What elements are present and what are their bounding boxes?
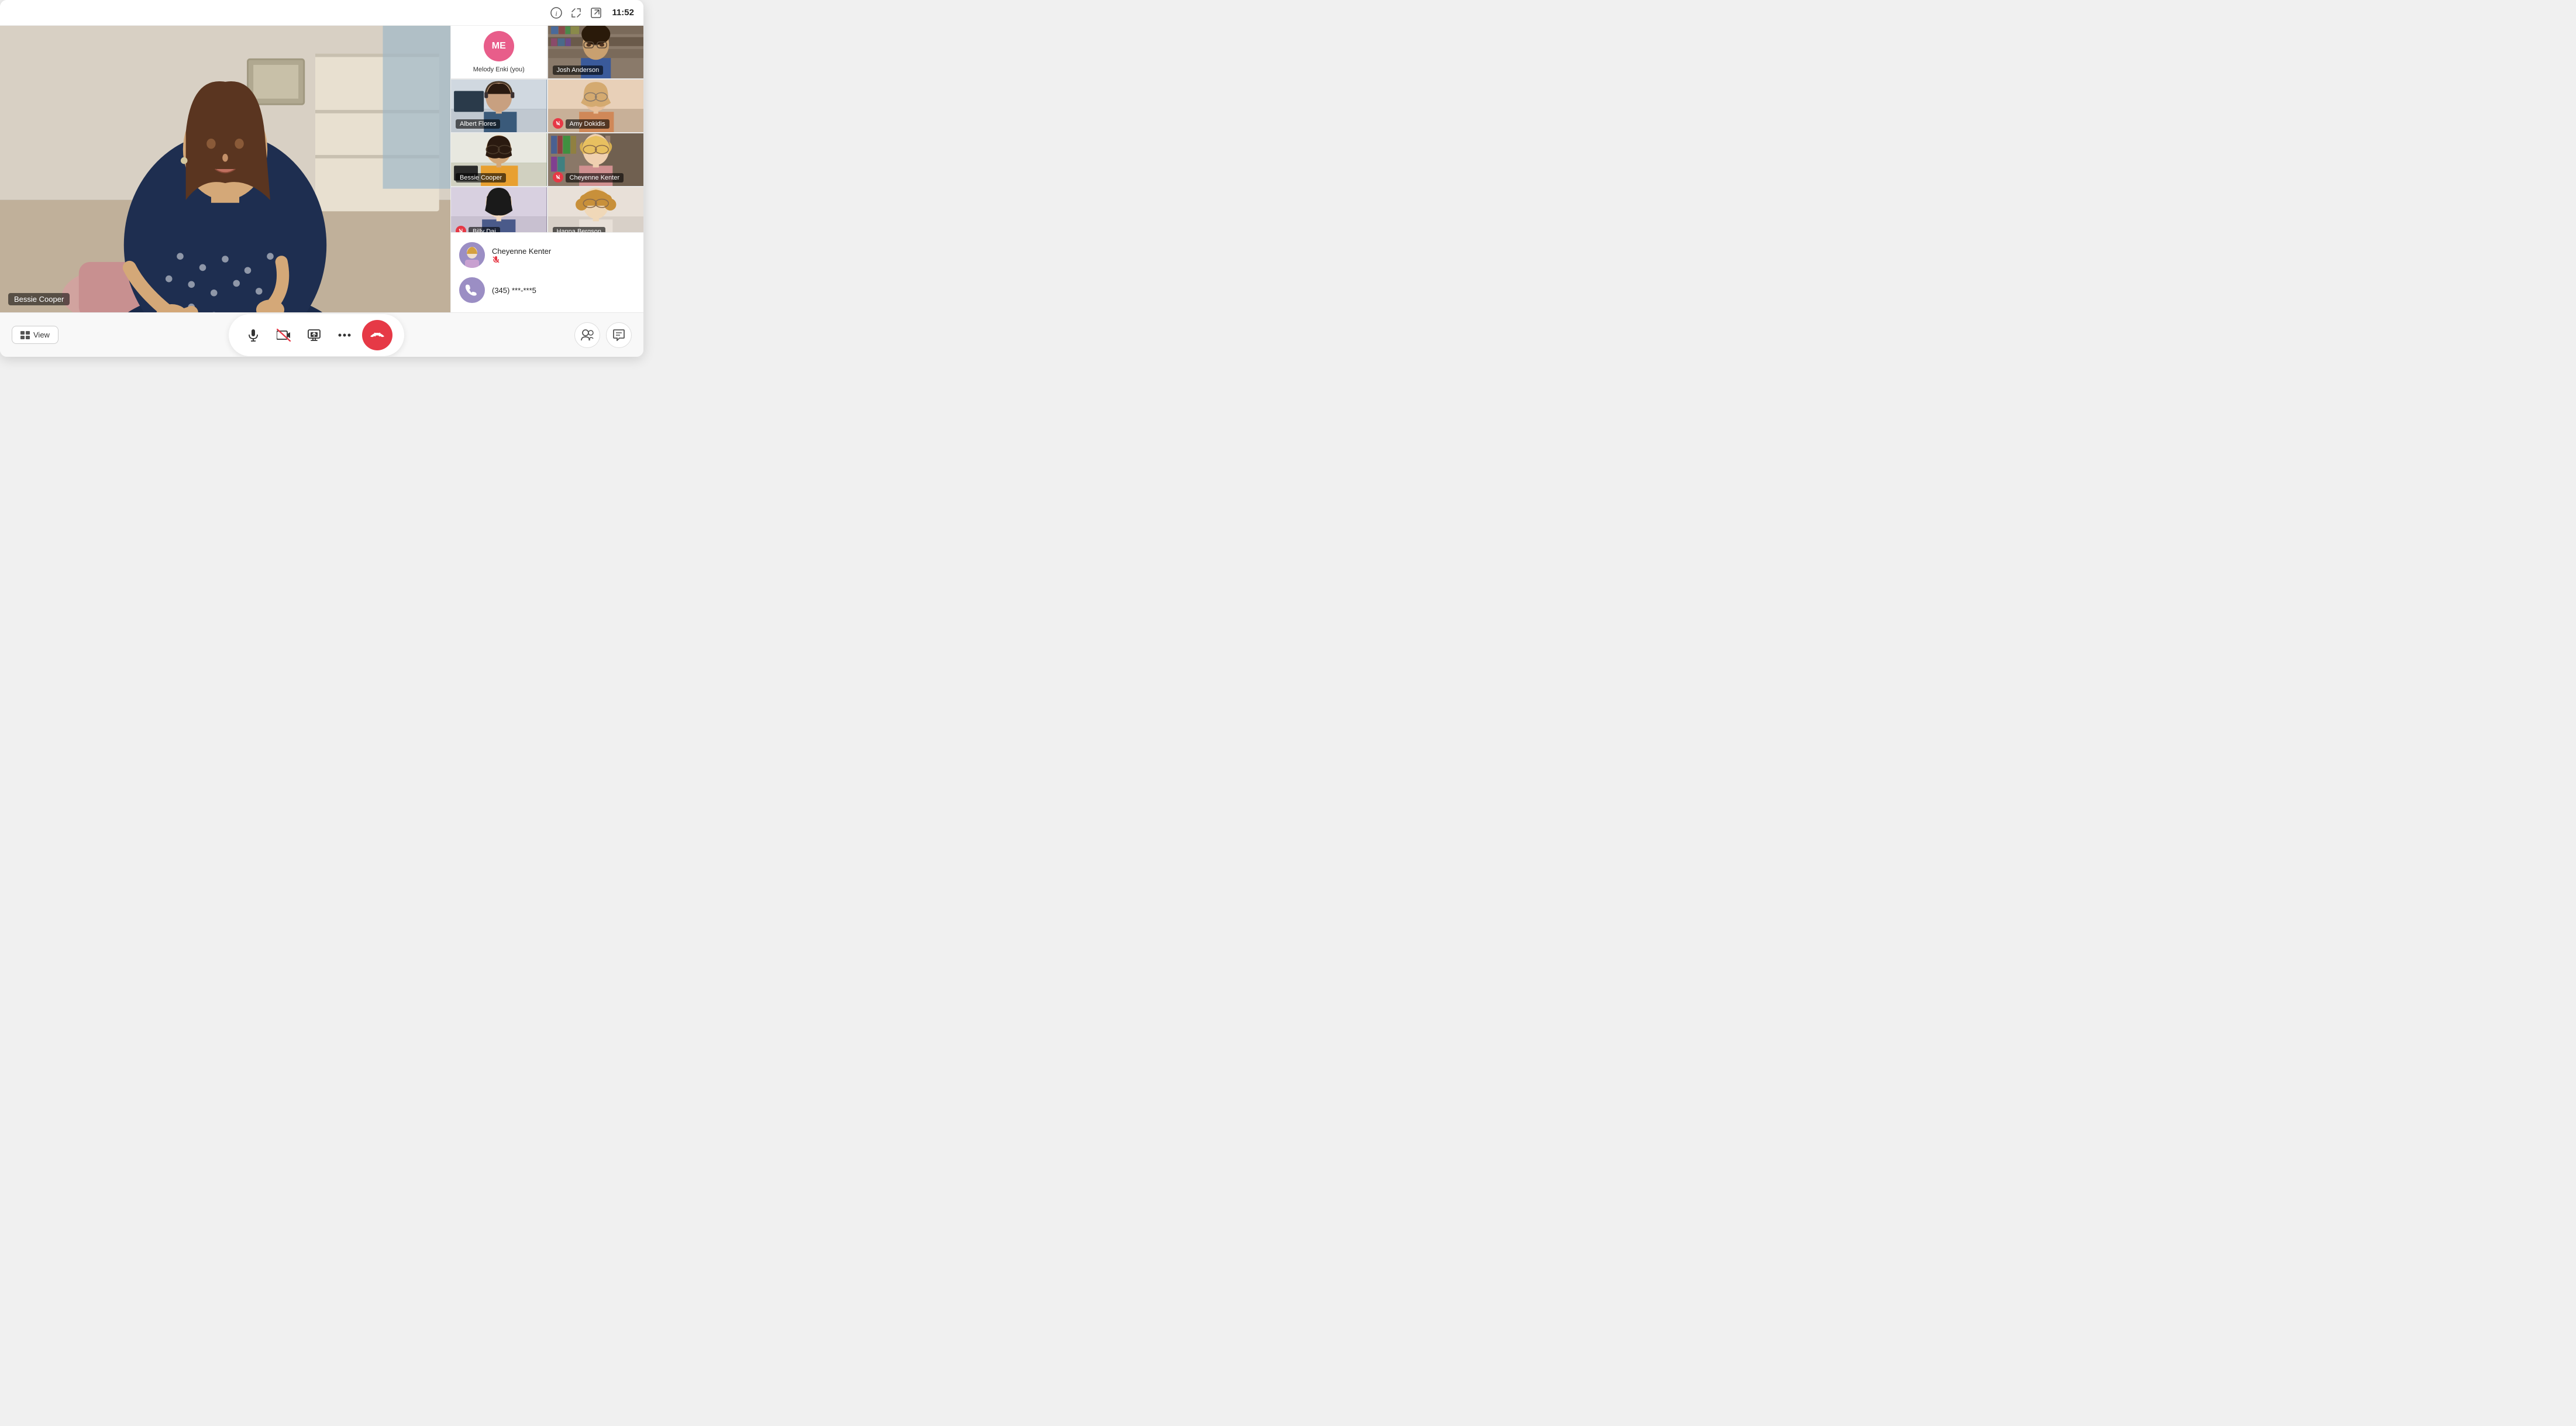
albert-name-label: Albert Flores (456, 119, 500, 129)
right-panel: ME Melody Enki (you) (450, 26, 643, 312)
participants-icon (581, 329, 594, 341)
view-button[interactable]: View (12, 326, 58, 344)
extra-participant-phone[interactable]: (345) ***-***5 (451, 273, 643, 308)
cheyenne-extra-info: Cheyenne Kenter (492, 247, 635, 264)
billy-name-label: Billy Dai (469, 227, 500, 232)
main-speaker-label: Bessie Cooper (8, 293, 70, 305)
phone-info: (345) ***-***5 (492, 286, 635, 295)
participant-tile-bessie[interactable]: Bessie Cooper (451, 133, 547, 186)
participant-tile-josh[interactable]: Josh Anderson (548, 26, 644, 78)
svg-text:i: i (556, 9, 557, 18)
camera-off-icon (277, 329, 291, 342)
camera-button[interactable] (271, 322, 297, 348)
top-bar: i 11:52 (0, 0, 643, 26)
view-grid-icon (20, 331, 30, 339)
extra-participant-cheyenne[interactable]: Cheyenne Kenter (451, 237, 643, 273)
self-name: Melody Enki (you) (473, 66, 525, 73)
share-screen-icon (308, 329, 321, 341)
josh-name-label: Josh Anderson (553, 66, 604, 75)
room-background (0, 26, 450, 312)
self-avatar: ME (484, 31, 514, 61)
control-bar: View (0, 312, 643, 357)
amy-name-label: Amy Dokidis (566, 119, 609, 129)
phone-icon (464, 283, 480, 298)
participant-tile-albert[interactable]: Albert Flores (451, 80, 547, 132)
hanna-name-label: Hanna Bergson (553, 227, 605, 232)
app-container: i 11:52 (0, 0, 643, 357)
extra-participants-section: Cheyenne Kenter (451, 232, 643, 312)
participants-grid: ME Melody Enki (you) (451, 26, 643, 232)
hanna-video (548, 187, 644, 232)
cheyenne-extra-avatar (459, 242, 485, 268)
main-area: Bessie Cooper ME Melody Enki (you) (0, 26, 643, 312)
info-icon[interactable]: i (550, 6, 563, 19)
cheyenne-extra-mute (492, 256, 500, 264)
view-label: View (33, 330, 50, 339)
minimize-icon[interactable] (570, 6, 583, 19)
participant-tile-cheyenne[interactable]: Cheyenne Kenter (548, 133, 644, 186)
billy-video (451, 187, 547, 232)
more-icon (338, 333, 351, 337)
share-button[interactable] (301, 322, 327, 348)
mic-icon (247, 329, 260, 342)
mic-button[interactable] (240, 322, 266, 348)
main-video: Bessie Cooper (0, 26, 450, 312)
bessie-name-label: Bessie Cooper (456, 173, 506, 182)
cheyenne-name-label: Cheyenne Kenter (566, 173, 624, 182)
participant-tile-hanna[interactable]: Hanna Bergson (548, 187, 644, 232)
cheyenne-avatar-img (459, 242, 485, 268)
chat-icon (612, 329, 625, 341)
participant-tile-amy[interactable]: Amy Dokidis (548, 80, 644, 132)
more-button[interactable] (332, 322, 357, 348)
amy-mute-icon (553, 118, 563, 129)
cheyenne-mute-icon (553, 172, 563, 182)
phone-avatar (459, 277, 485, 303)
billy-mute-icon (456, 226, 466, 232)
participant-tile-melody[interactable]: ME Melody Enki (you) (451, 26, 547, 78)
phone-number: (345) ***-***5 (492, 286, 635, 295)
cheyenne-extra-name: Cheyenne Kenter (492, 247, 635, 256)
chat-button[interactable] (606, 322, 632, 348)
end-call-icon (370, 329, 385, 341)
main-video-scene: Bessie Cooper (0, 26, 450, 312)
end-call-button[interactable] (362, 320, 392, 350)
clock-display: 11:52 (612, 8, 634, 18)
controls-right (574, 322, 632, 348)
participants-button[interactable] (574, 322, 600, 348)
participant-tile-billy[interactable]: Billy Dai (451, 187, 547, 232)
popout-icon[interactable] (590, 6, 602, 19)
controls-center (229, 314, 404, 356)
cheyenne-extra-detail (492, 256, 635, 264)
